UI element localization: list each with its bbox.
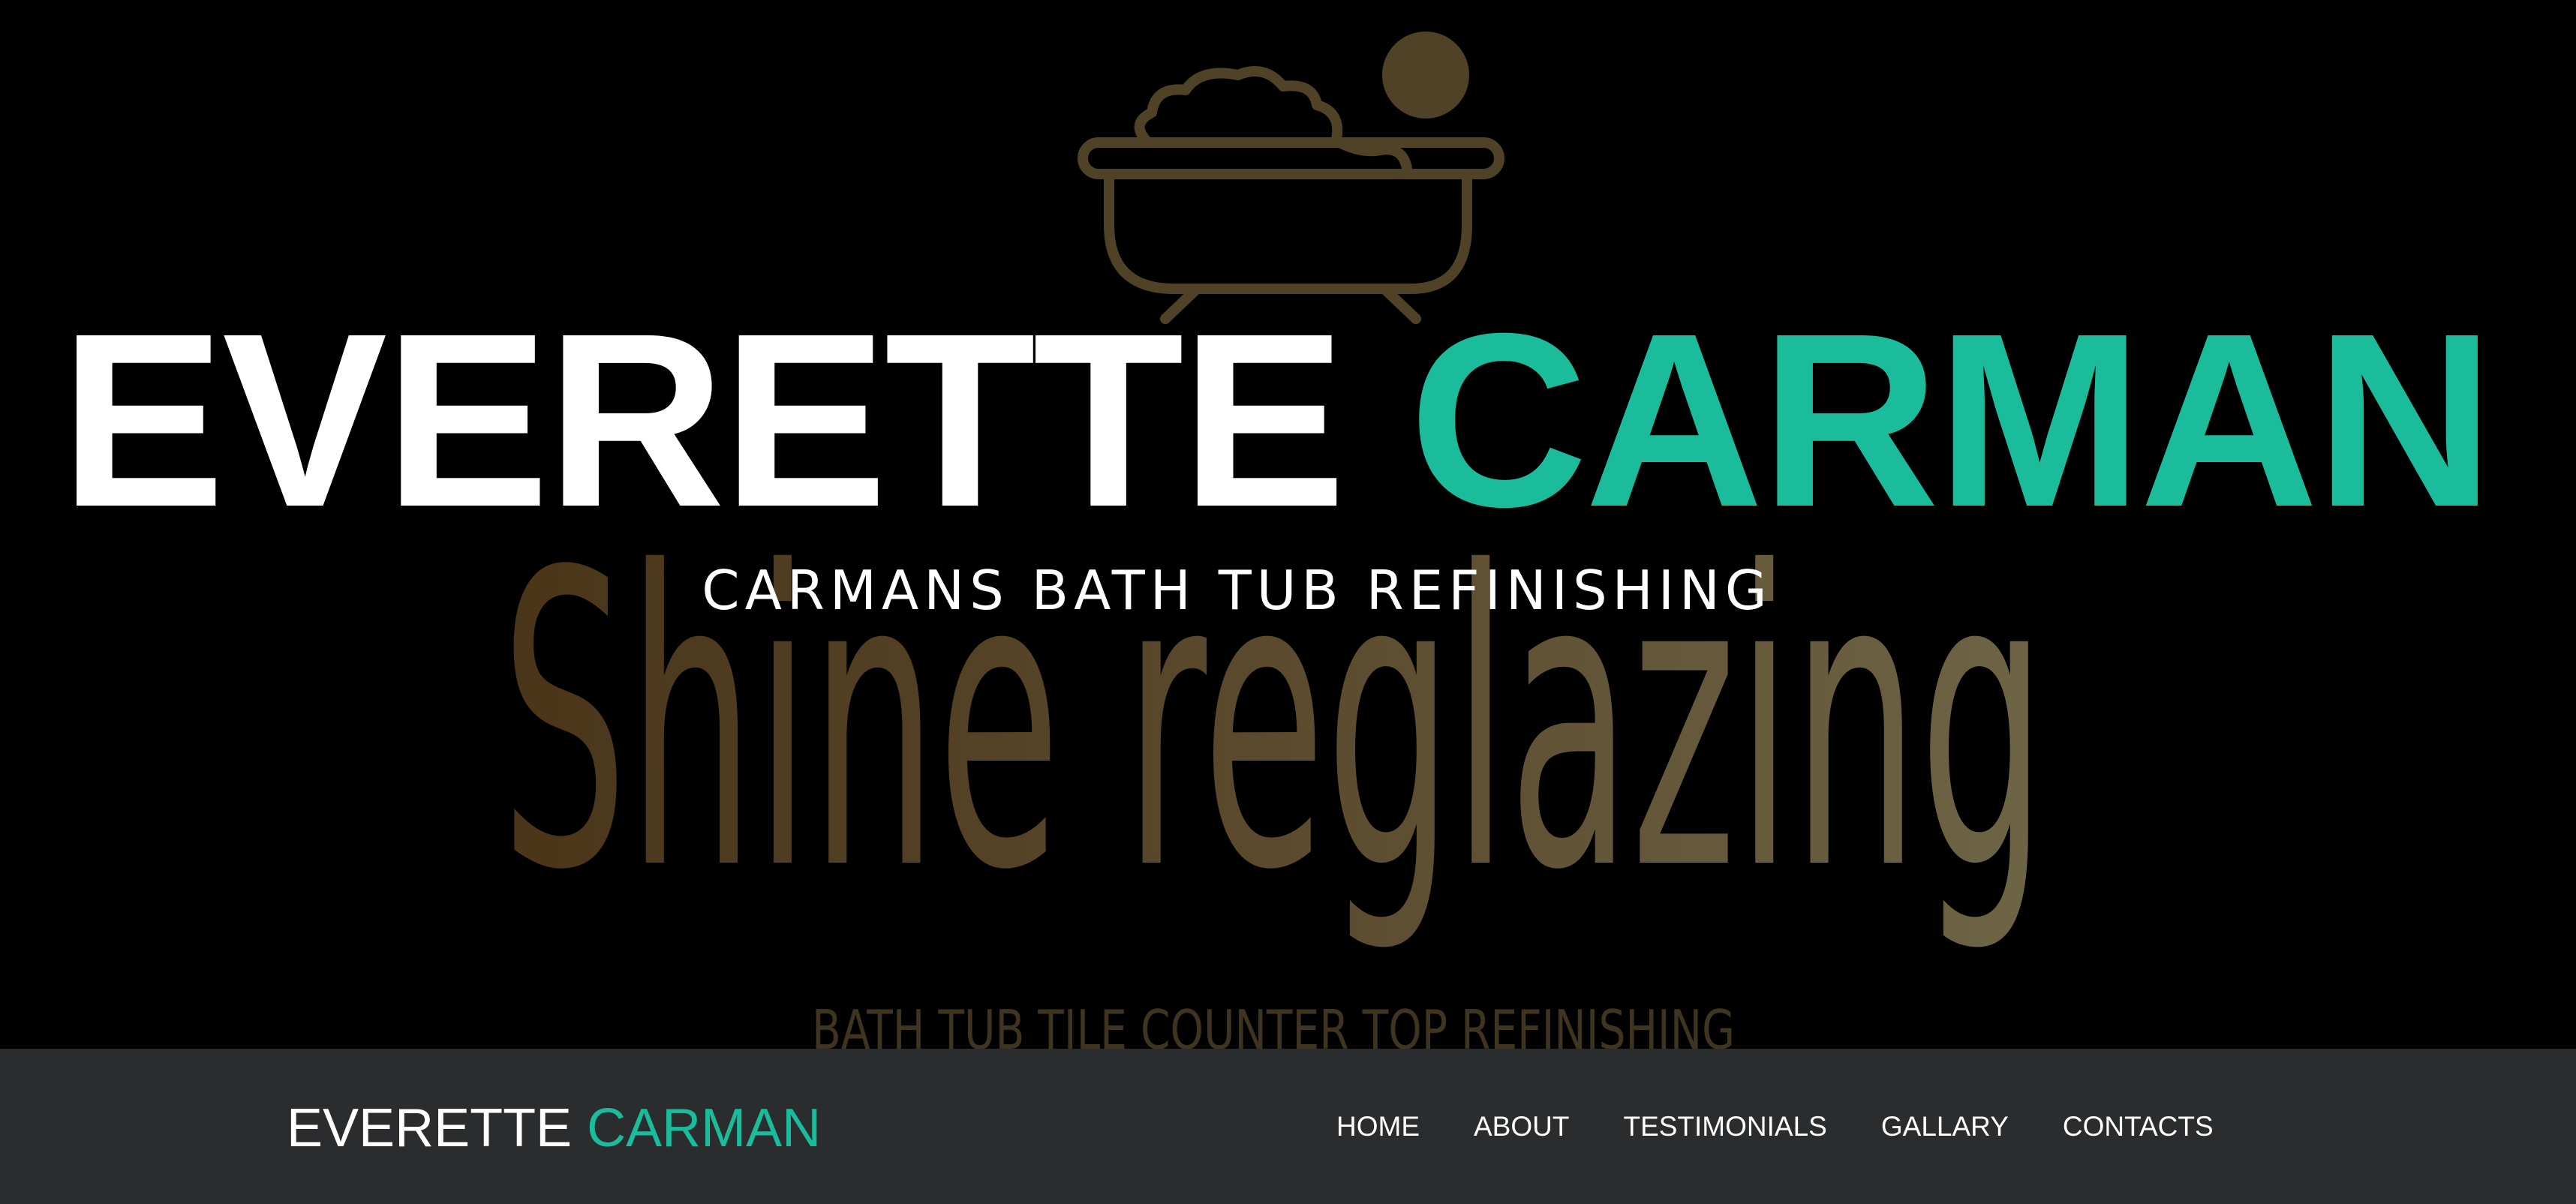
nav-item-gallary: GALLARY [1854, 1108, 2036, 1145]
hero-title-last-name: CARMAN [1408, 281, 2494, 558]
hero-title: EVERETTE CARMAN [60, 296, 2494, 544]
person-head-icon [1382, 32, 1469, 119]
hero-subtitle: CARMANS BATH TUB REFINISHING [702, 559, 1772, 622]
page: Shine reglazing BATH TUB TILE COUNTER TO… [0, 0, 2576, 1204]
nav-link-testimonials[interactable]: TESTIMONIALS [1596, 1108, 1853, 1145]
hero-title-first-name: EVERETTE [60, 281, 1346, 558]
nav-link-home[interactable]: HOME [1309, 1108, 1447, 1145]
nav-link-contacts[interactable]: CONTACTS [2036, 1108, 2241, 1145]
navbar: EVERETTE CARMAN HOME ABOUT TESTIMONIALS … [0, 1049, 2576, 1204]
nav-menu: HOME ABOUT TESTIMONIALS GALLARY CONTACTS [1309, 1049, 2241, 1204]
brand-link[interactable]: EVERETTE CARMAN [287, 1098, 821, 1158]
nav-link-gallary[interactable]: GALLARY [1854, 1108, 2036, 1145]
brand-last-name: CARMAN [587, 1098, 822, 1158]
nav-item-about: ABOUT [1447, 1108, 1596, 1145]
nav-item-testimonials: TESTIMONIALS [1596, 1108, 1853, 1145]
brand-first-name: EVERETTE [287, 1098, 573, 1158]
nav-item-contacts: CONTACTS [2036, 1108, 2241, 1145]
nav-link-about[interactable]: ABOUT [1447, 1108, 1596, 1145]
background-logo-tagline: BATH TUB TILE COUNTER TOP REFINISHING [812, 998, 1735, 1049]
hero-section: Shine reglazing BATH TUB TILE COUNTER TO… [0, 0, 2576, 1049]
nav-item-home: HOME [1309, 1108, 1447, 1145]
